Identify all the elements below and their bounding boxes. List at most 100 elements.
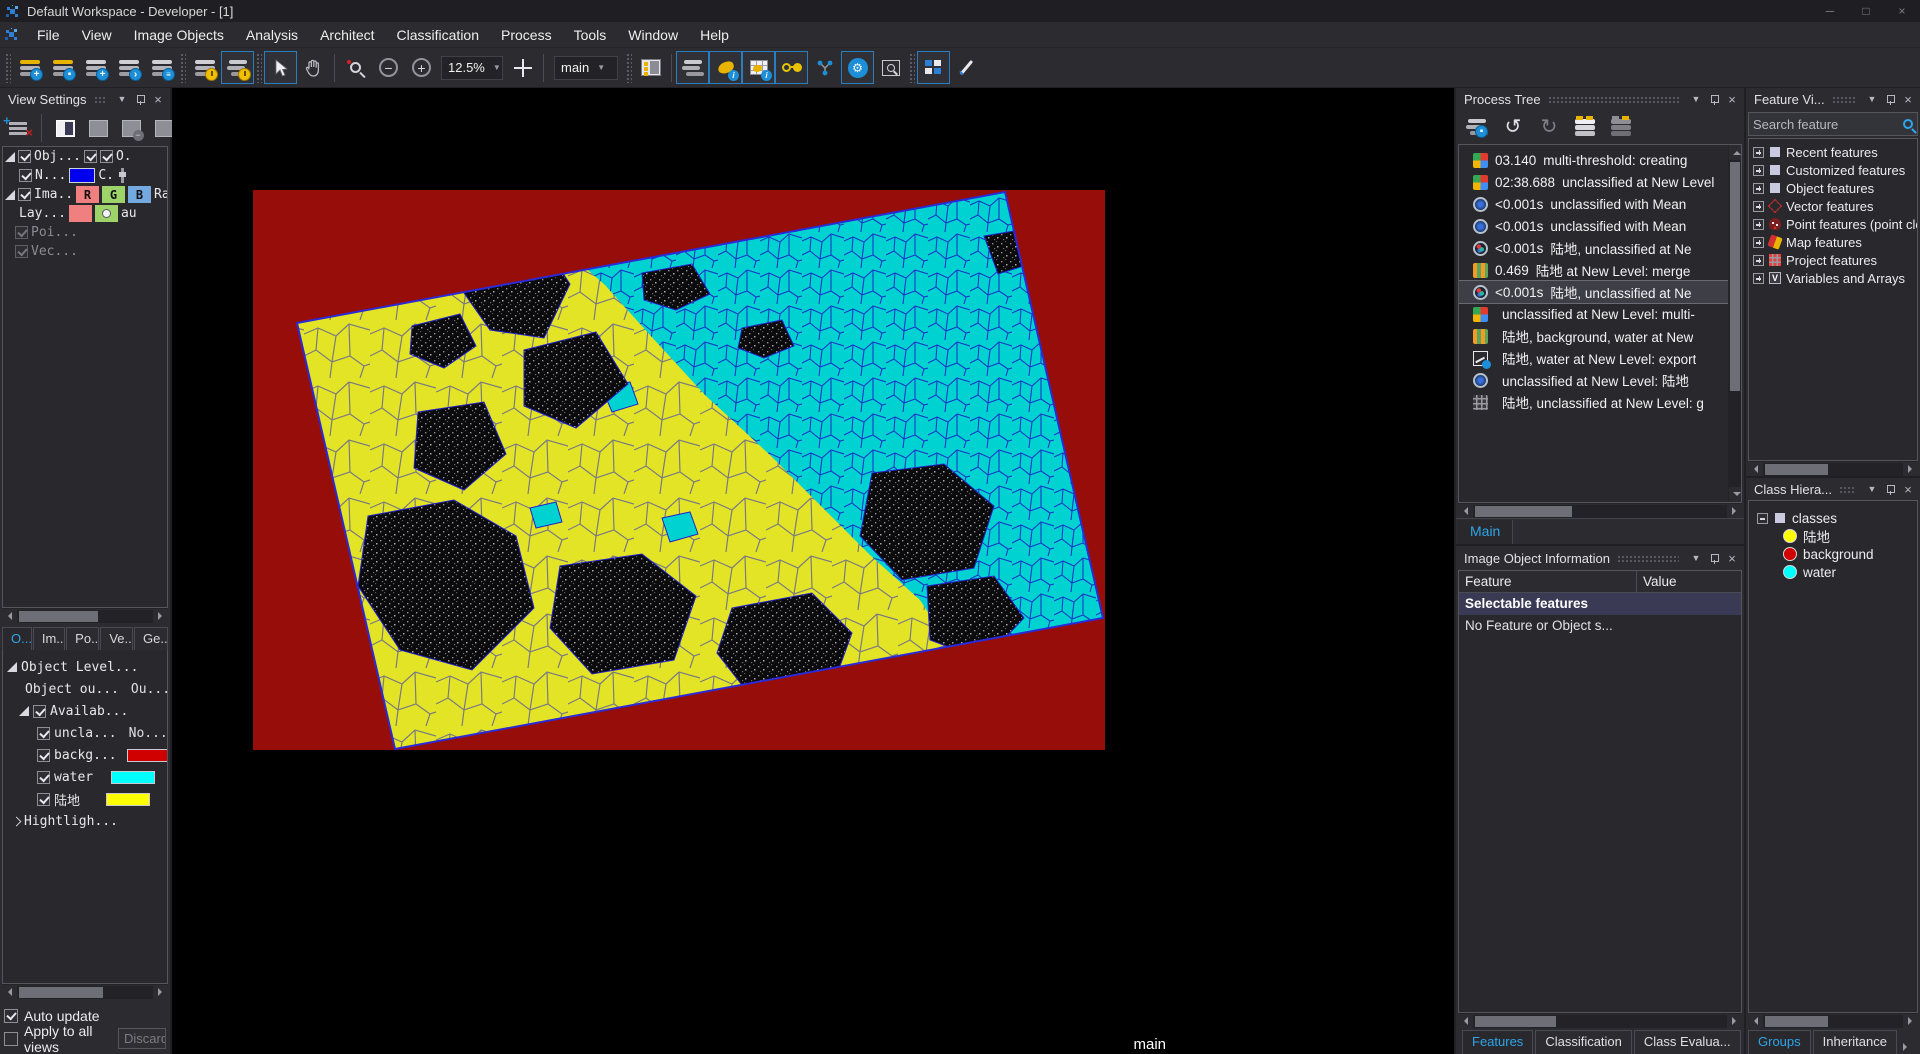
maximize-button[interactable]: □ [1848, 0, 1884, 22]
toolbar-grip[interactable] [626, 53, 632, 83]
menu-file[interactable]: File [26, 23, 71, 47]
scroll-left-arrow[interactable] [1748, 1014, 1763, 1029]
scroll-up-arrow[interactable] [1729, 145, 1744, 160]
delete-levels-button[interactable] [1608, 114, 1634, 140]
scroll-left-arrow[interactable] [2, 609, 17, 624]
panel-grip[interactable] [1617, 555, 1679, 562]
process-step-selected[interactable]: <0.001s陆地, unclassified at Ne [1459, 281, 1728, 303]
blue-channel-cell[interactable]: B [128, 186, 151, 203]
tab-classification[interactable]: Classification [1535, 1030, 1632, 1054]
panel-close-button[interactable]: × [1724, 91, 1740, 107]
panel-menu-button[interactable]: ▼ [1864, 481, 1880, 497]
scroll-left-arrow[interactable] [1458, 1014, 1473, 1029]
grid-settings-button[interactable] [917, 51, 950, 84]
tree-row-objects[interactable]: Obj... O. [3, 147, 167, 166]
feature-view-hscrollbar[interactable] [1748, 461, 1918, 476]
panel-pin-button[interactable] [1706, 91, 1722, 107]
scroll-thumb[interactable] [19, 987, 103, 998]
outline-color-swatch[interactable] [69, 168, 95, 183]
scroll-thumb[interactable] [1765, 1016, 1828, 1027]
tab-main-process[interactable]: Main [1458, 520, 1513, 544]
collapse-icon[interactable] [1757, 513, 1768, 524]
panel-pin-button[interactable] [1882, 481, 1898, 497]
tree-row-image-data[interactable]: Ima... R G B Ra [3, 185, 167, 204]
panel-pin-button[interactable] [132, 91, 148, 107]
class-hierarchy-header[interactable]: Class Hiera... ▼ × [1746, 478, 1920, 500]
tab-object-levels[interactable]: O... [2, 627, 32, 650]
zoom-area-button[interactable] [874, 51, 907, 84]
process-step[interactable]: unclassified at New Level: multi- [1459, 303, 1728, 325]
expand-icon[interactable] [1753, 201, 1764, 212]
edit-image-levels-button[interactable] [4, 114, 32, 142]
discard-button[interactable]: Discard [118, 1028, 166, 1049]
redo-button[interactable]: ↻ [1536, 114, 1562, 140]
ioi-header[interactable]: Image Object Information ▼ × [1456, 546, 1744, 570]
panel-menu-button[interactable]: ▼ [114, 91, 130, 107]
minimize-button[interactable]: ─ [1812, 0, 1848, 22]
unclassified-checkbox[interactable] [37, 727, 50, 740]
process-tree-hscrollbar[interactable] [1458, 503, 1742, 518]
zoom-out-button[interactable]: − [372, 51, 405, 84]
expander-icon[interactable] [5, 152, 15, 162]
water-checkbox[interactable] [37, 771, 50, 784]
tab-features[interactable]: Features [1462, 1030, 1533, 1054]
scroll-left-arrow[interactable] [1748, 462, 1763, 477]
process-step[interactable]: <0.001sunclassified with Mean [1459, 215, 1728, 237]
run-process-button[interactable] [1572, 114, 1598, 140]
add-scene-button[interactable] [79, 51, 112, 84]
feature-group-customized[interactable]: Customized features [1749, 161, 1917, 179]
classification-view-button[interactable] [709, 51, 742, 84]
tree-row-highlight[interactable]: Hightligh... [3, 810, 167, 832]
feature-group-variables[interactable]: Variables and Arrays [1749, 269, 1917, 287]
feature-table-button[interactable] [742, 51, 775, 84]
tree-row-background-class[interactable]: backg... [3, 744, 167, 766]
auto-update-checkbox[interactable] [4, 1009, 18, 1023]
tab-image-layers[interactable]: Im... [33, 627, 65, 650]
panel-grip[interactable] [1548, 96, 1679, 103]
tree-row-object-outline[interactable]: Object ou... Ou... [3, 678, 167, 700]
menu-process[interactable]: Process [490, 23, 563, 47]
scroll-right-arrow[interactable] [153, 985, 168, 1000]
scroll-right-arrow[interactable] [1903, 462, 1918, 477]
tree-row-object-level[interactable]: Object Level... [3, 656, 167, 678]
menu-help[interactable]: Help [689, 23, 740, 47]
single-view-button[interactable] [51, 114, 79, 142]
draw-pen-button[interactable] [950, 51, 983, 84]
process-tree-vscrollbar[interactable] [1728, 145, 1741, 502]
image-layer-list-button[interactable] [676, 51, 709, 84]
expander-icon[interactable] [19, 706, 29, 716]
expand-icon[interactable] [1753, 147, 1764, 158]
expander-icon[interactable] [7, 662, 17, 672]
tree-row-layer[interactable]: Lay... au [3, 204, 167, 223]
feature-view-header[interactable]: Feature Vi... ▼ × [1746, 88, 1920, 110]
tree-row-water-class[interactable]: water [3, 766, 167, 788]
view-settings-header[interactable]: View Settings ▼ × [0, 88, 170, 110]
tab-point-clouds[interactable]: Po... [66, 627, 99, 650]
tab-vector-layers[interactable]: Ve... [100, 627, 133, 650]
background-color-swatch[interactable] [127, 749, 168, 762]
scroll-thumb[interactable] [1475, 506, 1572, 517]
expander-icon[interactable] [5, 190, 15, 200]
value-column-header[interactable]: Value [1637, 571, 1683, 592]
process-step[interactable]: 02:38.688unclassified at New Level [1459, 171, 1728, 193]
feature-group-project[interactable]: Project features [1749, 251, 1917, 269]
available-checkbox[interactable] [33, 705, 46, 718]
points-checkbox[interactable] [15, 226, 28, 239]
process-step[interactable]: 03.140multi-threshold: creating [1459, 149, 1728, 171]
pan-hand-button[interactable] [297, 51, 330, 84]
panel-grip[interactable] [1839, 486, 1855, 493]
map-view[interactable]: main [172, 88, 1454, 1054]
view-settings-hscrollbar[interactable] [2, 608, 168, 623]
feature-group-recent[interactable]: Recent features [1749, 143, 1917, 161]
tab-class-evaluation[interactable]: Class Evalua... [1634, 1030, 1741, 1054]
search-icon[interactable] [1903, 119, 1913, 129]
undo-button[interactable]: ↺ [1500, 114, 1526, 140]
opacity-checkbox[interactable] [100, 150, 113, 163]
panel-menu-button[interactable]: ▼ [1688, 550, 1704, 566]
expand-icon[interactable] [1753, 273, 1764, 284]
feature-group-point[interactable]: Point features (point cloud) [1749, 215, 1917, 233]
zoom-select-button[interactable] [339, 51, 372, 84]
image-checkbox[interactable] [18, 188, 31, 201]
scroll-thumb[interactable] [1475, 1016, 1556, 1027]
close-button[interactable]: × [1884, 0, 1920, 22]
